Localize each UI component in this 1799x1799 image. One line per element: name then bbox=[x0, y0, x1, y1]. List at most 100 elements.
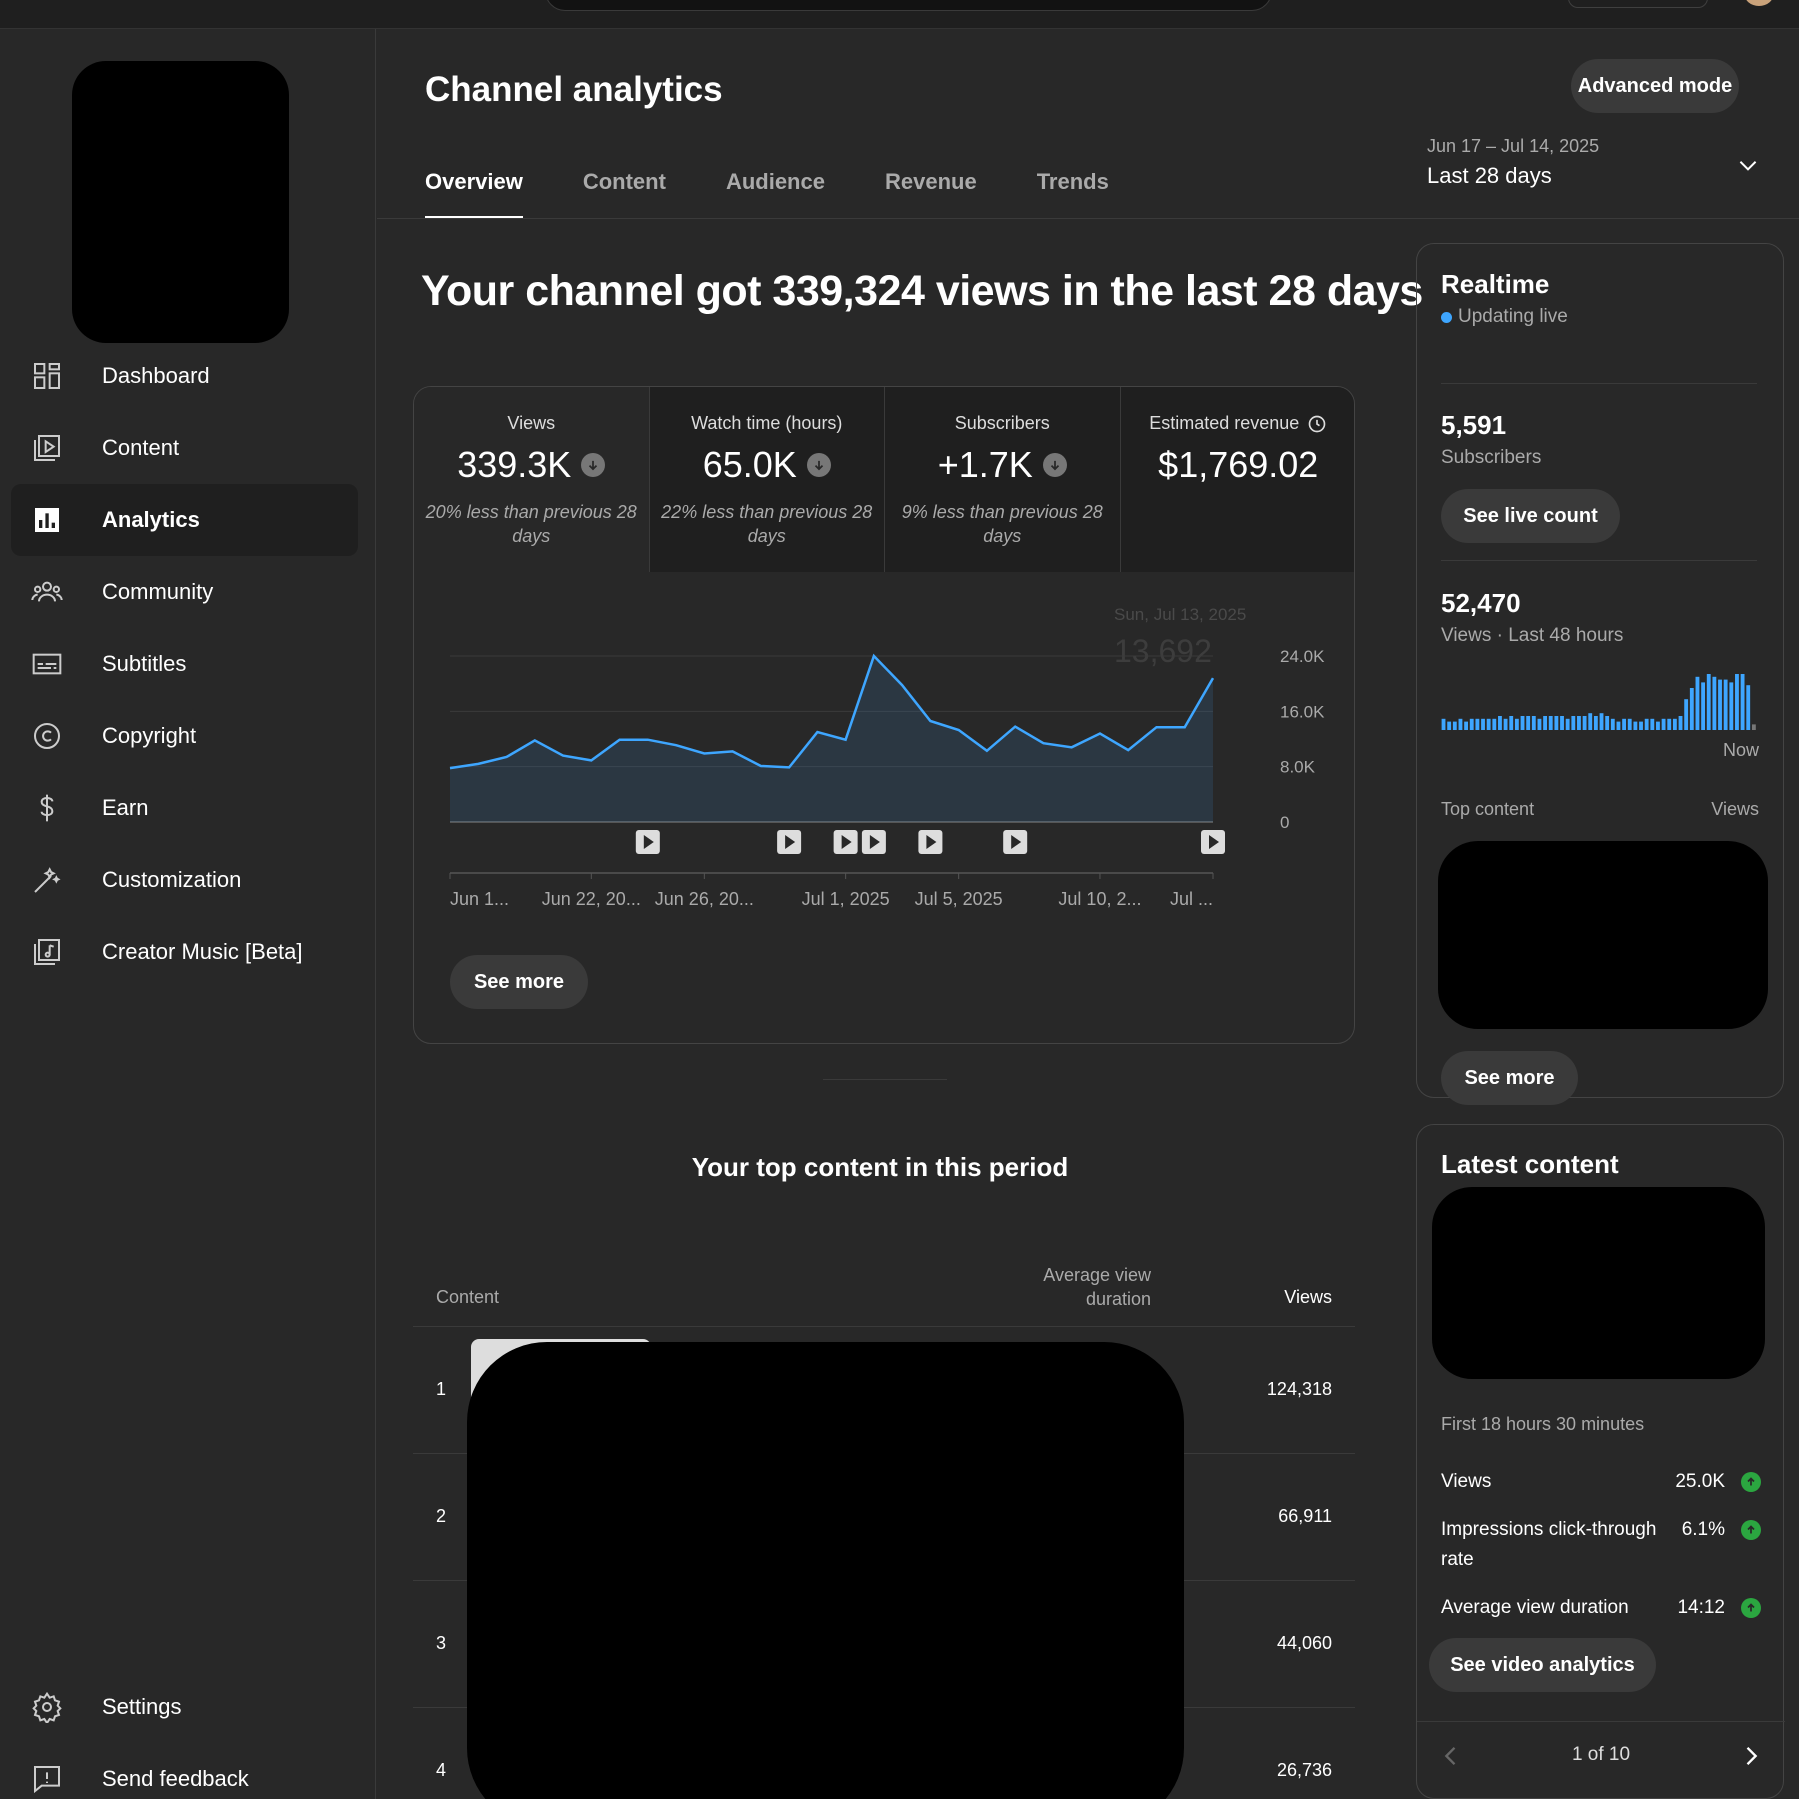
realtime-bar bbox=[1656, 721, 1660, 730]
realtime-bar bbox=[1452, 721, 1457, 730]
realtime-bar bbox=[1605, 716, 1610, 730]
realtime-bar bbox=[1718, 679, 1722, 730]
tab-revenue[interactable]: Revenue bbox=[885, 159, 977, 219]
channel-avatar[interactable] bbox=[72, 61, 289, 343]
col-views[interactable]: Views bbox=[1284, 1287, 1332, 1308]
realtime-bar bbox=[1672, 718, 1677, 730]
tab-audience[interactable]: Audience bbox=[726, 159, 825, 219]
stat-label: Impressions click-through rate bbox=[1441, 1519, 1657, 1570]
advanced-mode-button[interactable]: Advanced mode bbox=[1571, 59, 1739, 113]
sidebar-item-dashboard[interactable]: Dashboard bbox=[11, 340, 358, 412]
clock-icon bbox=[1308, 415, 1326, 432]
video-marker-icon bbox=[861, 830, 886, 854]
create-button[interactable] bbox=[1568, 0, 1708, 8]
metric-revenue[interactable]: Estimated revenue $1,769.02 bbox=[1120, 387, 1354, 572]
sidebar-item-label: Copyright bbox=[102, 723, 197, 748]
metric-title: Views bbox=[507, 413, 556, 433]
metric-views[interactable]: Views 339.3K 20% less than previous 28 d… bbox=[414, 387, 650, 572]
chart-tooltip-date: Sun, Jul 13, 2025 bbox=[1114, 605, 1246, 624]
see-live-count-button[interactable]: See live count bbox=[1441, 489, 1620, 543]
arrow-down-icon bbox=[806, 453, 831, 477]
tab-trends[interactable]: Trends bbox=[1037, 159, 1109, 219]
chevron-right-icon[interactable] bbox=[1737, 1742, 1765, 1770]
stat-label: Views bbox=[1441, 1471, 1492, 1492]
realtime-subscribers: 5,591 bbox=[1441, 410, 1507, 440]
copyright-icon bbox=[29, 718, 65, 754]
realtime-bar bbox=[1701, 682, 1706, 730]
tab-content[interactable]: Content bbox=[583, 159, 666, 219]
realtime-bar bbox=[1644, 718, 1649, 730]
realtime-bar bbox=[1481, 718, 1485, 730]
x-tick-label: Jul 1, 2025 bbox=[802, 889, 890, 909]
realtime-bar bbox=[1706, 674, 1711, 730]
sidebar-item-customization[interactable]: Customization bbox=[11, 844, 358, 916]
video-marker-icon bbox=[777, 830, 802, 854]
realtime-views: 52,470 bbox=[1441, 588, 1521, 618]
col-content[interactable]: Content bbox=[436, 1287, 499, 1308]
metric-subscribers[interactable]: Subscribers +1.7K 9% less than previous … bbox=[885, 387, 1121, 572]
see-video-analytics-button[interactable]: See video analytics bbox=[1429, 1638, 1656, 1692]
sidebar-item-analytics[interactable]: Analytics bbox=[11, 484, 358, 556]
live-dot-icon bbox=[1441, 311, 1452, 323]
sidebar-item-settings[interactable]: Settings bbox=[11, 1671, 358, 1743]
settings-label: Settings bbox=[102, 1694, 182, 1719]
realtime-bar bbox=[1729, 682, 1734, 730]
tab-overview[interactable]: Overview bbox=[425, 159, 523, 219]
x-tick-label: Jun 22, 20... bbox=[542, 889, 641, 909]
sidebar-item-label: Creator Music [Beta] bbox=[102, 939, 303, 964]
metric-title: Subscribers bbox=[954, 413, 1050, 433]
realtime-bar bbox=[1520, 716, 1525, 730]
realtime-bar bbox=[1475, 718, 1480, 730]
sidebar-item-community[interactable]: Community bbox=[11, 556, 358, 628]
row-rank: 1 bbox=[436, 1379, 447, 1399]
realtime-bar bbox=[1537, 718, 1542, 730]
metric-title: Estimated revenue bbox=[1149, 413, 1300, 433]
metric-watch-time[interactable]: Watch time (hours) 65.0K 22% less than p… bbox=[649, 387, 885, 572]
realtime-bar bbox=[1751, 724, 1756, 730]
realtime-bar bbox=[1735, 674, 1739, 730]
sidebar-item-copyright[interactable]: Copyright bbox=[11, 700, 358, 772]
y-tick-label: 8.0K bbox=[1280, 758, 1316, 777]
col-avg-view-duration[interactable]: Average view duration bbox=[1031, 1263, 1151, 1311]
metric-value: 65.0K bbox=[702, 444, 797, 485]
tabs-divider bbox=[377, 218, 1799, 219]
metric-row: Views 339.3K 20% less than previous 28 d… bbox=[414, 387, 1354, 572]
account-avatar[interactable] bbox=[1744, 0, 1774, 6]
sidebar-item-earn[interactable]: Earn bbox=[11, 772, 358, 844]
realtime-bar-chart[interactable] bbox=[1441, 670, 1757, 730]
stat-value: 14:12 bbox=[1677, 1597, 1725, 1618]
video-marker-icon bbox=[1003, 830, 1028, 854]
arrow-up-icon bbox=[1741, 1598, 1761, 1618]
search-box[interactable] bbox=[545, 0, 1272, 11]
realtime-bar bbox=[1509, 716, 1514, 730]
chevron-down-icon[interactable] bbox=[1735, 152, 1761, 178]
sidebar-item-content[interactable]: Content bbox=[11, 412, 358, 484]
creator-music-icon bbox=[29, 934, 65, 970]
row-rank: 4 bbox=[436, 1760, 447, 1780]
realtime-bar bbox=[1610, 718, 1615, 730]
x-tick-label: Jun 26, 20... bbox=[655, 889, 754, 909]
row-views: 44,060 bbox=[1276, 1633, 1332, 1653]
see-more-button[interactable]: See more bbox=[450, 955, 588, 1009]
sidebar-item-subtitles[interactable]: Subtitles bbox=[11, 628, 358, 700]
realtime-bar bbox=[1599, 713, 1604, 730]
row-views: 124,318 bbox=[1266, 1379, 1332, 1399]
realtime-bar bbox=[1633, 721, 1638, 730]
realtime-bar bbox=[1582, 716, 1587, 730]
views-chart[interactable]: Sun, Jul 13, 2025 13,692 Jun 1... Jun 22,… bbox=[414, 572, 1355, 992]
date-range-dates: Jun 17 – Jul 14, 2025 bbox=[1427, 136, 1600, 156]
date-range-selector[interactable]: Jun 17 – Jul 14, 2025 Last 28 days bbox=[1427, 136, 1757, 189]
sidebar-item-feedback[interactable]: Send feedback bbox=[11, 1743, 358, 1799]
sidebar-item-label: Community bbox=[102, 579, 214, 604]
realtime-bar bbox=[1441, 718, 1446, 730]
realtime-bar bbox=[1678, 716, 1683, 730]
analytics-icon bbox=[29, 502, 65, 538]
see-more-button[interactable]: See more bbox=[1441, 1051, 1578, 1105]
sidebar-item-creator-music[interactable]: Creator Music [Beta] bbox=[11, 916, 358, 988]
views-col-label: Views bbox=[1711, 799, 1759, 819]
realtime-bar bbox=[1746, 685, 1751, 730]
y-tick-label: 16.0K bbox=[1280, 702, 1325, 721]
realtime-bar bbox=[1543, 716, 1548, 730]
metric-note: 20% less than previous 28 days bbox=[425, 502, 637, 546]
arrow-down-icon bbox=[581, 453, 606, 477]
